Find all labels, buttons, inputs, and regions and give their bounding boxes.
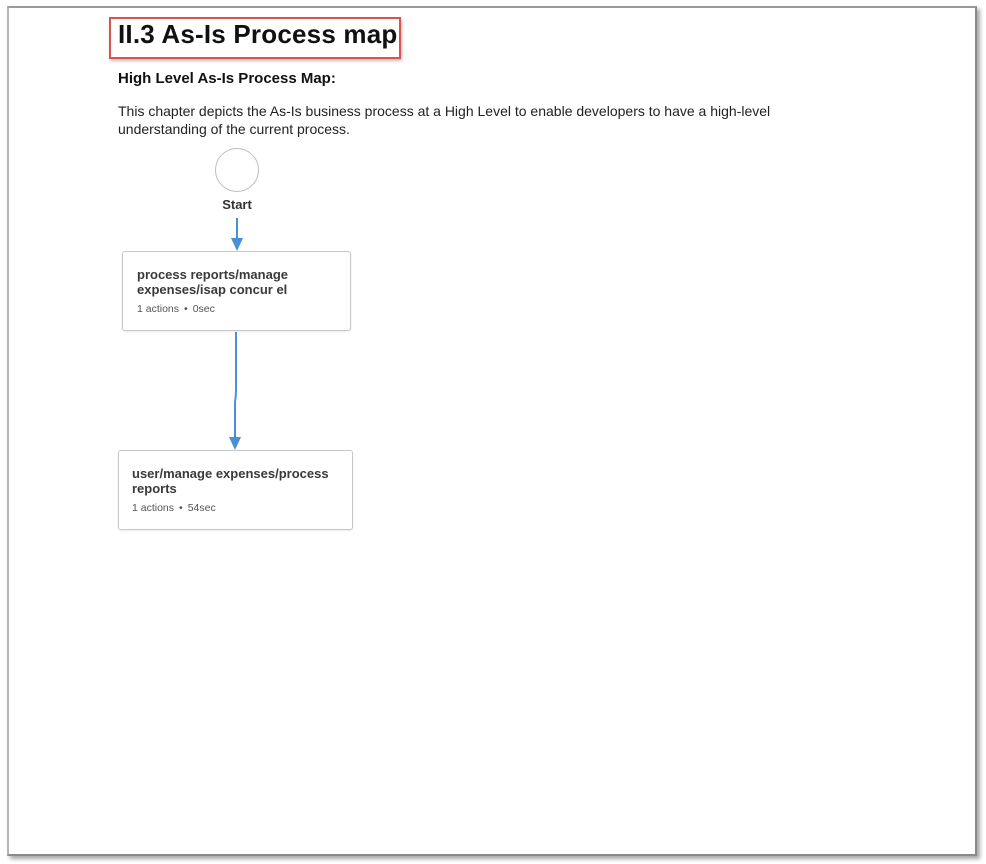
flow-connectors — [229, 218, 243, 450]
node-duration: 54sec — [187, 502, 216, 514]
start-event-circle — [215, 148, 259, 192]
process-node-title: user/manage expenses/process reports — [132, 466, 329, 496]
process-node-1: process reports/manage expenses/isap con… — [122, 251, 351, 331]
arrow-node-1-to-node-2 — [229, 332, 241, 450]
process-node-meta: 1 actions • 54sec — [132, 502, 216, 514]
node-duration: 0sec — [192, 303, 215, 315]
process-node-meta: 1 actions • 0sec — [137, 303, 215, 315]
process-node-2: user/manage expenses/process reports 1 a… — [118, 450, 353, 530]
node-actions-count: 1 actions — [132, 502, 175, 514]
bullet-separator: • — [184, 303, 188, 315]
arrow-start-to-node-1 — [231, 218, 243, 251]
bullet-separator: • — [179, 502, 183, 514]
process-node-title: process reports/manage expenses/isap con… — [137, 267, 289, 297]
node-actions-count: 1 actions — [137, 303, 180, 315]
start-label: Start — [222, 197, 252, 212]
